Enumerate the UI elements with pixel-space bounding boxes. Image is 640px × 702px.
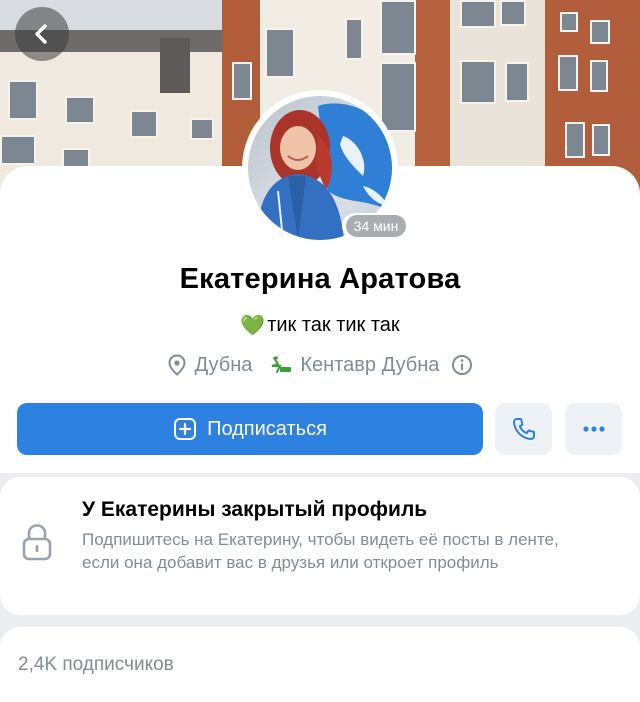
back-button[interactable] (15, 7, 69, 61)
call-button[interactable] (495, 403, 552, 455)
more-button[interactable] (565, 403, 622, 455)
location-pin-icon (167, 354, 187, 376)
profile-status: 💚 тик так тик так (0, 313, 640, 337)
profile-info-row: Дубна Кентавр Дубна (0, 352, 640, 378)
closed-profile-title: У Екатерины закрытый профиль (82, 498, 428, 521)
followers-count[interactable]: 2,4K подписчиков (18, 654, 174, 676)
closed-profile-text: Подпишитесь на Екатерину, чтобы видеть е… (82, 530, 559, 572)
online-badge: 34 мин (342, 213, 410, 239)
more-dots-icon (582, 426, 605, 432)
phone-icon (512, 418, 535, 440)
profile-name: Екатерина Аратова (179, 263, 461, 295)
status-emoji: 💚 (240, 313, 266, 337)
online-badge-text: 34 мин (345, 215, 407, 237)
community-logo-icon (268, 355, 292, 375)
profile-city[interactable]: Дубна (195, 354, 253, 377)
lock-icon (20, 522, 54, 567)
subscribe-button[interactable]: Подписаться (17, 403, 483, 455)
subscribe-label: Подписаться (207, 417, 327, 440)
profile-community[interactable]: Кентавр Дубна (300, 354, 439, 377)
chevron-left-icon (35, 24, 47, 44)
info-icon[interactable] (451, 354, 473, 376)
plus-square-icon (174, 418, 197, 440)
status-text: тик так тик так (267, 313, 400, 336)
